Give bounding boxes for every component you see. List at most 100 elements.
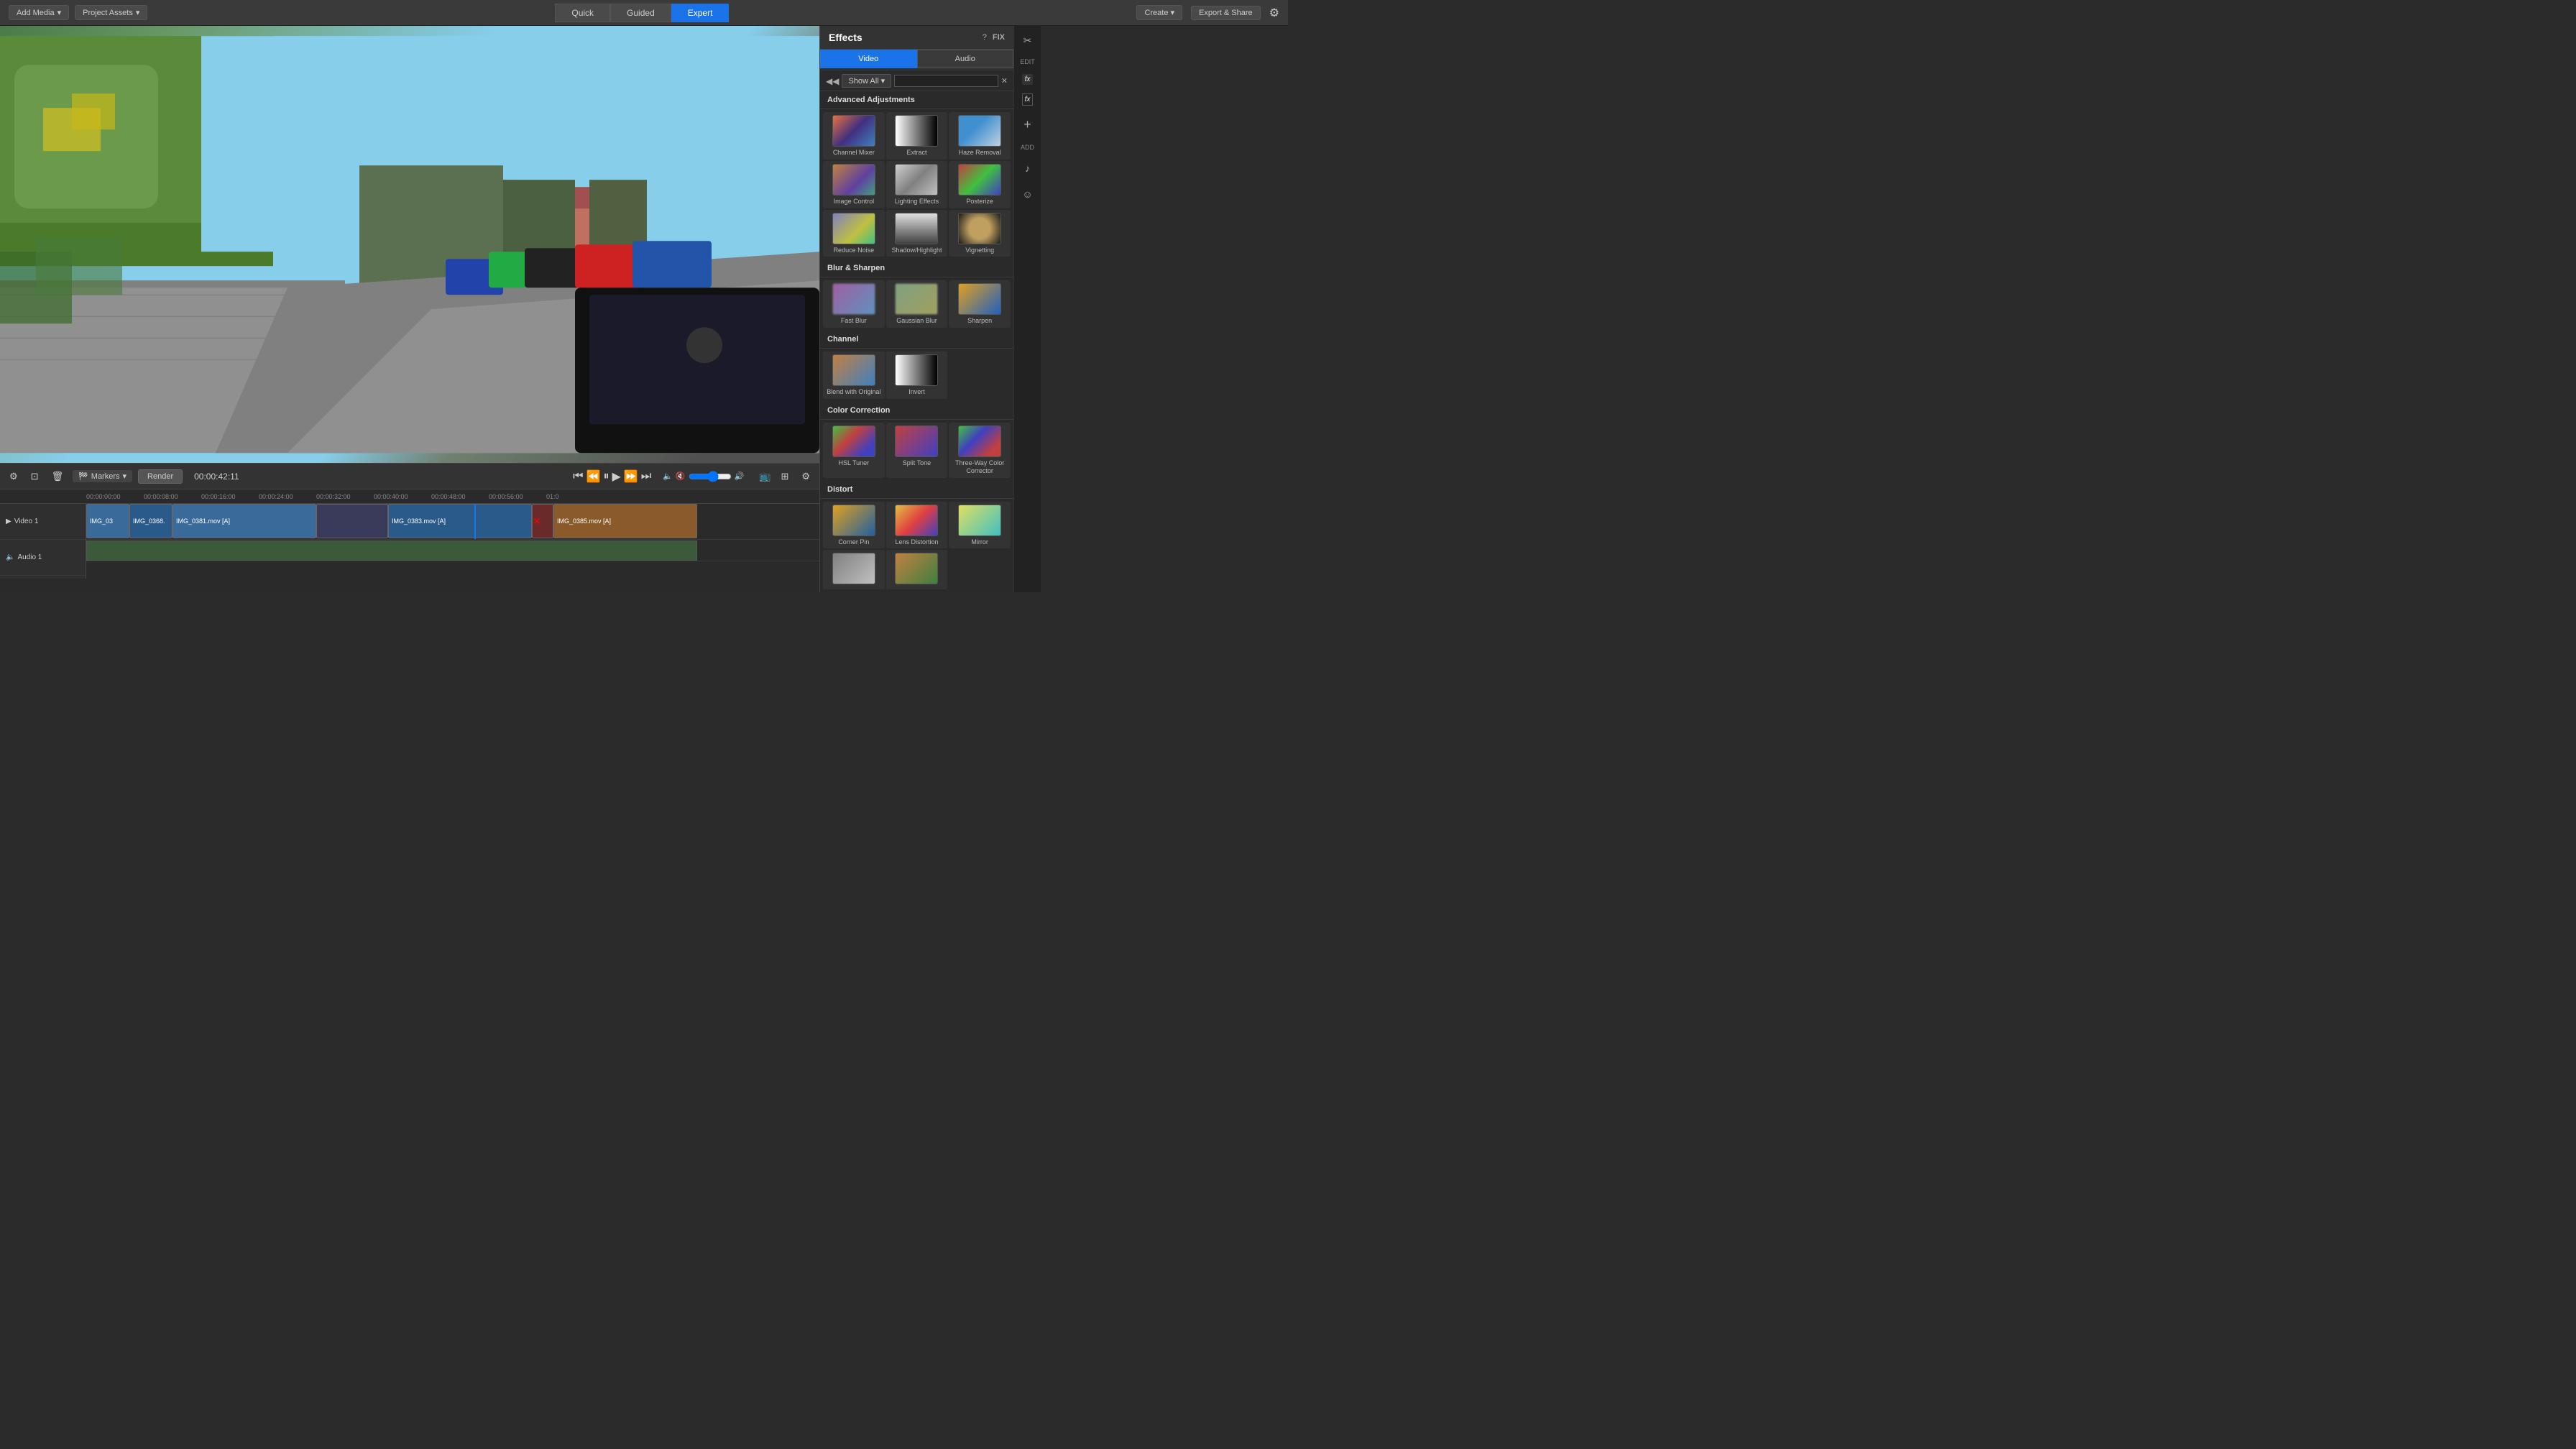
effect-scroll2[interactable]: [886, 550, 948, 589]
tab-video[interactable]: Video: [820, 50, 917, 68]
emoji-icon[interactable]: ☺: [1019, 185, 1035, 203]
mode-expert-button[interactable]: Expert: [671, 4, 730, 22]
effect-sharpen[interactable]: Sharpen: [949, 280, 1011, 328]
effect-thumb-lens-distortion: [895, 505, 938, 536]
clip-img0383[interactable]: IMG_0383.mov [A]: [388, 504, 532, 538]
clip-img0381[interactable]: IMG_0381.mov [A]: [172, 504, 316, 538]
effect-corner-pin[interactable]: Corner Pin: [823, 502, 885, 549]
showall-dropdown-icon: ▾: [881, 76, 886, 86]
effect-thumb-gaussian-blur: [895, 283, 938, 315]
effect-thumb-scroll2: [895, 553, 938, 584]
effects-title: Effects: [829, 32, 862, 43]
effect-thumb-shadow-highlight: [895, 213, 938, 244]
effect-fast-blur[interactable]: Fast Blur: [823, 280, 885, 328]
effect-mirror[interactable]: Mirror: [949, 502, 1011, 549]
fx-icon-1[interactable]: fx: [1022, 74, 1034, 85]
play-button[interactable]: ▶: [612, 469, 621, 484]
effect-image-control[interactable]: Image Control: [823, 161, 885, 208]
pause-button[interactable]: ⏸: [603, 470, 609, 483]
settings-icon[interactable]: ⚙: [1269, 6, 1279, 20]
effect-extract[interactable]: Extract: [886, 112, 948, 160]
collapse-icon[interactable]: ◀◀: [826, 76, 839, 86]
effect-thumb-three-way: [958, 426, 1001, 457]
mode-quick-button[interactable]: Quick: [555, 4, 610, 22]
timeline-options-button[interactable]: ⚙: [798, 469, 814, 484]
add-icon[interactable]: +: [1021, 114, 1034, 135]
skip-to-end-button[interactable]: ⏭: [641, 470, 651, 483]
effect-invert[interactable]: Invert: [886, 351, 948, 399]
track-header-audio1: 🔈 Audio 1: [0, 540, 86, 576]
volume-slider[interactable]: [689, 471, 732, 482]
section-color-correction: Color Correction: [820, 402, 1013, 420]
effect-thumb-vignetting: [958, 213, 1001, 244]
effect-thumb-extract: [895, 115, 938, 147]
music-icon[interactable]: ♪: [1022, 160, 1033, 177]
effect-vignetting[interactable]: Vignetting: [949, 210, 1011, 257]
step-forward-button[interactable]: ⏩: [624, 469, 638, 484]
timeline-toolbar: ⚙ ⊡ 🗑 🏁 Markers ▾ Render 00:00:42:11 ⏮ ⏪…: [0, 464, 819, 489]
fit-to-screen-button[interactable]: ⊡: [27, 469, 42, 484]
effects-help-icon[interactable]: ?: [983, 33, 987, 42]
effect-channel-mixer[interactable]: Channel Mixer: [823, 112, 885, 160]
scissors-icon[interactable]: ✂: [1021, 32, 1035, 50]
markers-label[interactable]: 🏁 Markers ▾: [73, 470, 132, 482]
effects-search-input[interactable]: [894, 75, 998, 87]
effect-gaussian-blur[interactable]: Gaussian Blur: [886, 280, 948, 328]
section-distort: Distort: [820, 481, 1013, 499]
tab-audio[interactable]: Audio: [917, 50, 1014, 68]
effect-hsl-tuner[interactable]: HSL Tuner: [823, 423, 885, 478]
clip-img0368[interactable]: IMG_0368.: [129, 504, 172, 538]
create-button[interactable]: Create ▾: [1136, 5, 1182, 20]
effect-thumb-fast-blur: [832, 283, 875, 315]
volume-icon: 🔈: [663, 472, 673, 481]
monitor-button-1[interactable]: 📺: [755, 469, 774, 484]
clip-blank[interactable]: [316, 504, 388, 538]
effect-blend-original[interactable]: Blend with Original: [823, 351, 885, 399]
playhead: [474, 504, 476, 539]
effect-split-tone[interactable]: Split Tone: [886, 423, 948, 478]
left-panel: ⚙ ⊡ 🗑 🏁 Markers ▾ Render 00:00:42:11 ⏮ ⏪…: [0, 26, 819, 592]
monitor-button-2[interactable]: ⊞: [777, 469, 792, 484]
effect-lens-distortion[interactable]: Lens Distortion: [886, 502, 948, 549]
clip-img0385[interactable]: IMG_0385.mov [A]: [553, 504, 697, 538]
timeline-ruler: 00:00:00:00 00:00:08:00 00:00:16:00 00:0…: [0, 489, 819, 504]
effect-reduce-noise[interactable]: Reduce Noise: [823, 210, 885, 257]
add-media-button[interactable]: Add Media ▾: [9, 5, 69, 20]
effect-thumb-posterize: [958, 164, 1001, 196]
effect-haze-removal[interactable]: Haze Removal: [949, 112, 1011, 160]
render-button[interactable]: Render: [138, 469, 183, 484]
skip-to-start-button[interactable]: ⏮: [573, 470, 583, 483]
export-share-button[interactable]: Export & Share: [1191, 6, 1261, 20]
clear-search-icon[interactable]: ✕: [1001, 76, 1008, 86]
clip-cut[interactable]: ✕: [532, 504, 553, 538]
monitor-buttons: 📺 ⊞: [755, 469, 792, 484]
effects-header: Effects ? FIX: [820, 26, 1013, 50]
add-label: ADD: [1021, 144, 1034, 151]
effect-thumb-corner-pin: [832, 505, 875, 536]
mode-guided-button[interactable]: Guided: [610, 4, 671, 22]
show-all-button[interactable]: Show All ▾: [842, 74, 891, 88]
effect-shadow-highlight[interactable]: Shadow/Highlight: [886, 210, 948, 257]
effect-thumb-channel-mixer: [832, 115, 875, 147]
effect-thumb-reduce-noise: [832, 213, 875, 244]
effect-scroll1[interactable]: [823, 550, 885, 589]
topbar-left: Add Media ▾ Project Assets ▾: [9, 5, 147, 20]
effect-three-way[interactable]: Three-Way Color Corrector: [949, 423, 1011, 478]
ruler-tick-3: 00:00:24:00: [259, 493, 316, 500]
track-header-video1: ▶ Video 1: [0, 504, 86, 540]
delete-button[interactable]: 🗑: [48, 469, 68, 484]
effect-posterize[interactable]: Posterize: [949, 161, 1011, 208]
video-track-1: IMG_03 IMG_0368. IMG_0381.mov [A] IMG_03…: [86, 504, 819, 540]
project-assets-button[interactable]: Project Assets ▾: [75, 5, 147, 20]
timecode-display: 00:00:42:11: [194, 472, 239, 482]
effect-thumb-hsl: [832, 426, 875, 457]
audio-clip[interactable]: [86, 540, 697, 561]
clip-img03[interactable]: IMG_03: [86, 504, 129, 538]
effect-lighting-effects[interactable]: Lighting Effects: [886, 161, 948, 208]
effects-fix-label[interactable]: FIX: [993, 33, 1005, 42]
timeline-settings-button[interactable]: ⚙: [6, 469, 22, 484]
effect-thumb-sharpen: [958, 283, 1001, 315]
section-blur-sharpen: Blur & Sharpen: [820, 259, 1013, 277]
step-back-button[interactable]: ⏪: [586, 469, 601, 484]
fx-icon-2[interactable]: fx: [1022, 93, 1034, 106]
